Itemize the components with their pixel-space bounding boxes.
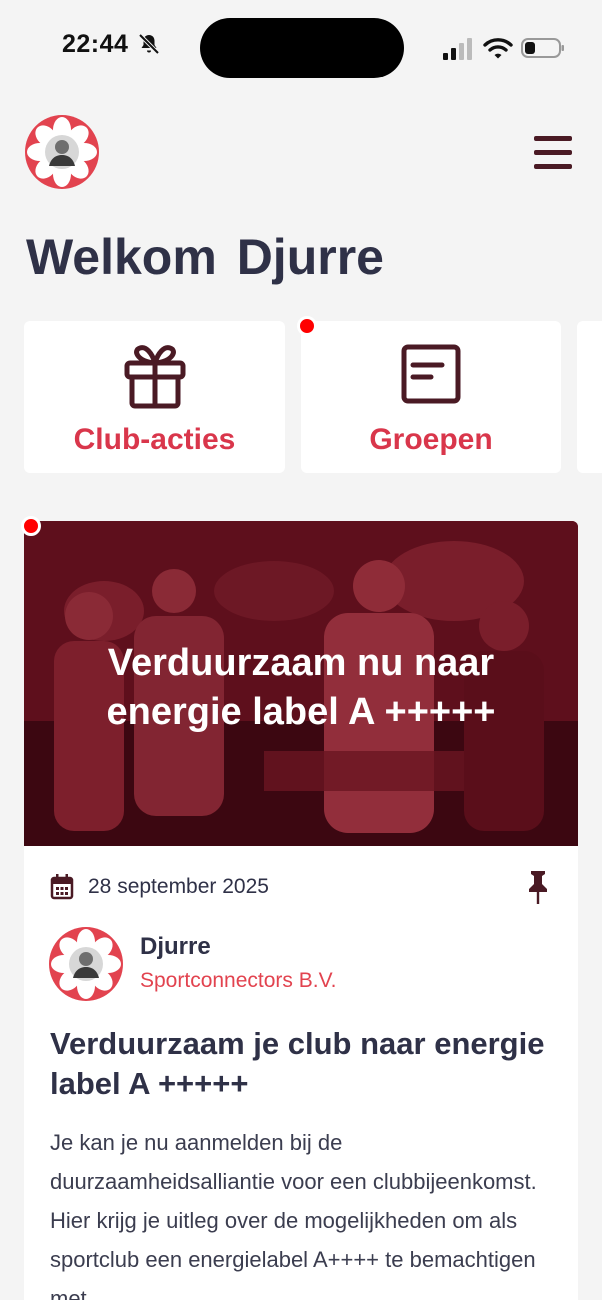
tile-label-club-acties: Club-acties: [73, 423, 236, 456]
battery-icon: [521, 38, 564, 58]
tile-groepen[interactable]: Groepen: [301, 321, 561, 473]
tile-club-acties[interactable]: Club-acties: [24, 321, 285, 473]
status-time: 22:44: [62, 30, 129, 58]
cellular-signal-icon: [443, 38, 472, 60]
gift-icon: [124, 345, 185, 409]
tile-partial-next[interactable]: [577, 321, 602, 473]
status-bar: 22:44: [0, 0, 602, 90]
author-avatar[interactable]: [48, 926, 124, 1002]
dynamic-island: [200, 18, 404, 78]
post-author[interactable]: Djurre: [140, 933, 211, 961]
post-notification-dot: [21, 516, 41, 536]
banner-title: Verduurzaam nu naar energie label A ++++…: [106, 642, 496, 734]
post-banner-image: Verduurzaam nu naar energie label A ++++…: [24, 521, 578, 846]
club-logo-avatar[interactable]: [24, 114, 100, 190]
post-date: 28 september 2025: [88, 875, 269, 898]
post-body: Je kan je nu aanmelden bij de duurzaamhe…: [50, 1130, 537, 1300]
calendar-icon: [50, 874, 74, 900]
notification-dot: [297, 316, 317, 336]
post-card[interactable]: Verduurzaam nu naar energie label A ++++…: [24, 521, 578, 1300]
wifi-icon: [483, 38, 513, 59]
tile-label-groepen: Groepen: [369, 423, 493, 456]
welcome-user-name: Djurre: [236, 229, 384, 285]
welcome-prefix: Welkom: [26, 229, 217, 285]
post-company[interactable]: Sportconnectors B.V.: [140, 969, 337, 993]
bell-muted-icon: [138, 33, 160, 55]
pin-icon[interactable]: [526, 870, 550, 904]
hamburger-menu-icon[interactable]: [534, 136, 572, 174]
post-title: Verduurzaam je club naar energie label A…: [50, 1026, 545, 1102]
welcome-heading: Welkom Djurre: [26, 228, 384, 286]
newspaper-icon: [401, 344, 461, 404]
